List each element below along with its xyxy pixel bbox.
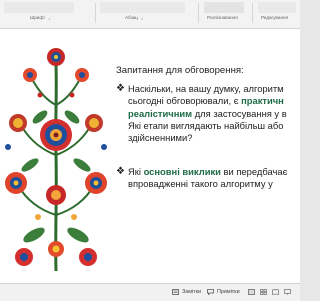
bullet-2-line-1: Які основні виклики ви передбачає [128, 166, 300, 178]
ribbon-dictation-button[interactable] [204, 2, 244, 13]
status-bar: Замітки Примітки [0, 283, 300, 301]
bullet-1-line-3: реалістичним для застосування у в [128, 108, 300, 120]
ribbon-group-recognition: Розпізнавання [207, 15, 238, 20]
ribbon-group-paragraph-label: Абзац [125, 15, 138, 20]
reading-view-icon[interactable] [272, 289, 279, 295]
notes-icon [172, 289, 179, 295]
bullet-1-line-2: сьогодні обговорювали, є практичн [128, 95, 300, 107]
ribbon-font-controls[interactable] [4, 2, 74, 13]
bullet-2-line-1-tail: ви передбачає [220, 166, 288, 177]
launcher-icon[interactable]: ⌟ [141, 15, 143, 21]
comments-icon [207, 289, 214, 295]
bullet-1-line-4: Які етапи виглядають найбільш або [128, 119, 284, 131]
bullet-1-line-2-text: сьогодні обговорювали, є [128, 95, 242, 107]
ribbon-group-recognition-label: Розпізнавання [207, 15, 238, 20]
bullet-1-line-1: Наскільки, на вашу думку, алгоритм [128, 83, 284, 94]
bullet-diamond-icon: ❖ [116, 83, 125, 94]
bullet-2-line-2: впровадженні такого алгоритму у [128, 178, 273, 190]
ribbon-paragraph-controls[interactable] [100, 2, 185, 13]
notes-button[interactable]: Замітки [182, 289, 201, 295]
slide-title: Запитання для обговорення: [116, 65, 244, 76]
bullet-2-emphasis: основні виклики [143, 166, 221, 177]
ribbon: Шрифт ⌟ Абзац ⌟ Розпізнавання Редагування [0, 0, 300, 29]
folk-ornament-image [5, 48, 107, 272]
bullet-1-emphasis-1: практичн [241, 95, 284, 107]
bullet-1-text: Наскільки, на вашу думку, алгоритм сього… [128, 83, 300, 144]
bullet-2-line-1-text: Які [128, 166, 144, 177]
ribbon-separator [252, 3, 253, 23]
slide-sorter-icon[interactable] [260, 289, 267, 295]
bullet-1-line-5: здійсненними? [128, 132, 193, 144]
bullet-diamond-icon: ❖ [116, 166, 125, 177]
ribbon-separator [198, 3, 199, 23]
ribbon-group-font-label: Шрифт [30, 15, 46, 20]
ribbon-group-editing-label: Редагування [261, 15, 289, 20]
bullet-1-emphasis-2: реалістичним [128, 107, 193, 119]
bullet-1-line-3-text: для застосування у в [192, 107, 287, 119]
ribbon-group-font: Шрифт ⌟ [30, 15, 50, 21]
comments-button[interactable]: Примітки [217, 289, 240, 295]
slideshow-icon[interactable] [284, 289, 291, 295]
launcher-icon[interactable]: ⌟ [48, 15, 50, 21]
ribbon-separator [95, 3, 96, 23]
ribbon-editing-controls[interactable] [258, 2, 296, 13]
slide-canvas[interactable]: Запитання для обговорення: ❖ Наскільки, … [0, 29, 300, 283]
ribbon-group-paragraph: Абзац ⌟ [125, 15, 143, 21]
bullet-2-text: Які основні виклики ви передбачає впрова… [128, 166, 300, 191]
ribbon-group-editing: Редагування [261, 15, 288, 20]
normal-view-icon[interactable] [248, 289, 255, 295]
